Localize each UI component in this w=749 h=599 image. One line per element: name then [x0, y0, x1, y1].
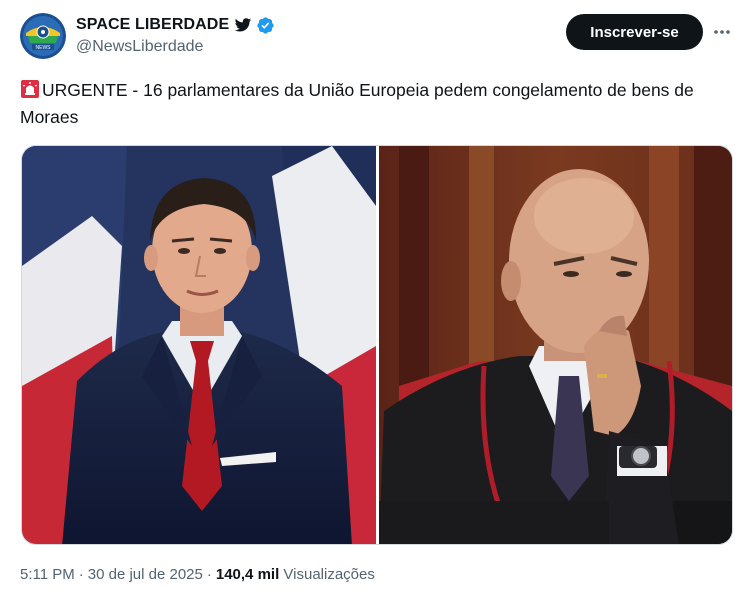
more-options-button[interactable]: [708, 18, 736, 46]
tweet-time[interactable]: 5:11 PM: [20, 566, 75, 583]
portrait-photo-right: [379, 146, 732, 544]
media-photo[interactable]: [22, 146, 376, 544]
space-liberdade-logo-icon: NEWS: [20, 13, 66, 59]
avatar[interactable]: NEWS: [20, 13, 66, 59]
views-label: Visualizações: [283, 566, 375, 583]
meta-separator: ·: [78, 566, 84, 583]
verified-badge-icon[interactable]: [256, 16, 275, 35]
media-photo[interactable]: [379, 146, 732, 544]
media-grid: [21, 145, 733, 545]
tweet-card: NEWS SPACE LIBERDADE @NewsLiberdade Insc…: [0, 0, 749, 599]
tweet-meta: 5:11 PM · 30 de jul de 2025 · 140,4 mil Visu…: [20, 566, 375, 583]
twitter-bird-icon: [234, 16, 252, 34]
portrait-photo-left: [22, 146, 376, 544]
author-info: SPACE LIBERDADE @NewsLiberdade: [76, 14, 275, 56]
svg-text:NEWS: NEWS: [36, 45, 52, 51]
user-handle[interactable]: @NewsLiberdade: [76, 38, 275, 56]
more-horizontal-icon: [714, 30, 730, 34]
tweet-date[interactable]: 30 de jul de 2025: [88, 566, 203, 583]
display-name[interactable]: SPACE LIBERDADE: [76, 16, 229, 34]
siren-icon: [20, 79, 40, 99]
meta-separator: ·: [206, 566, 212, 583]
tweet-text: URGENTE - 16 parlamentares da União Euro…: [20, 77, 732, 131]
views-count: 140,4 mil: [215, 566, 280, 583]
tweet-body: URGENTE - 16 parlamentares da União Euro…: [20, 80, 694, 127]
subscribe-button[interactable]: Inscrever-se: [566, 14, 703, 50]
